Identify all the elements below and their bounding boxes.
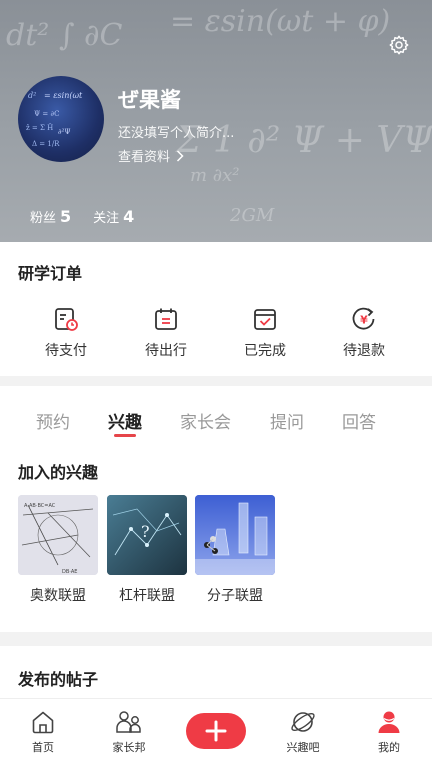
fans-count: 5	[60, 207, 72, 226]
settings-icon[interactable]	[388, 34, 410, 56]
background-formula: dt² ∫ ∂C	[6, 18, 123, 53]
posts-title: 发布的帖子	[18, 670, 99, 689]
svg-text:d²: d²	[28, 91, 36, 100]
joined-interests-title: 加入的兴趣	[18, 463, 99, 482]
refund-icon: ¥	[352, 307, 375, 330]
active-tab-indicator	[114, 434, 136, 437]
username: ぜ果酱	[118, 88, 181, 112]
fans-label: 粉丝	[30, 211, 57, 226]
svg-text:A AB·BC=AC: A AB·BC=AC	[24, 503, 56, 509]
home-icon	[32, 711, 54, 734]
interest-card-lever[interactable]: ? 杠杆联盟	[107, 495, 187, 605]
background-formula: = εsin(ωt + φ)	[170, 4, 391, 39]
svg-text:∂²Ψ: ∂²Ψ	[58, 128, 71, 136]
bio-text: 还没填写个人简介...	[118, 126, 235, 141]
nav-home[interactable]: 首页	[8, 709, 78, 755]
svg-text:Ψ = ∂C: Ψ = ∂C	[34, 110, 59, 118]
orders-title: 研学订单	[18, 264, 83, 283]
order-pending-trip[interactable]: 待出行	[121, 306, 211, 360]
profile-content: 预约 兴趣 家长会 提问 回答 加入的兴趣 A AB·BC=AC DB·AE 奥…	[0, 386, 432, 632]
orders-card: 研学订单 待支付 待出行 已完成 ¥ 待退款	[0, 242, 432, 376]
nav-label: 我的	[378, 741, 400, 754]
tab-interest[interactable]: 兴趣	[108, 408, 142, 433]
plus-icon	[205, 720, 227, 742]
follow-label: 关注	[93, 211, 120, 226]
posts-section: 发布的帖子	[0, 646, 432, 706]
profile-tabs: 预约 兴趣 家长会 提问 回答	[0, 408, 432, 438]
profile-header: dt² ∫ ∂C = εsin(ωt + φ) Σ 1 ∂² Ψ + VΨ m …	[0, 0, 432, 242]
svg-text:Δ = 1/R: Δ = 1/R	[32, 140, 60, 148]
nav-label: 家长邦	[112, 741, 146, 754]
nav-interest-bar[interactable]: 兴趣吧	[268, 709, 338, 755]
order-completed[interactable]: 已完成	[220, 306, 310, 360]
order-item-label: 待退款	[343, 343, 385, 359]
add-post-button[interactable]	[186, 713, 246, 749]
planet-icon	[291, 712, 315, 732]
wallet-clock-icon	[55, 308, 78, 331]
tab-parents-meeting[interactable]: 家长会	[180, 408, 231, 433]
tab-appointment[interactable]: 预约	[36, 408, 70, 433]
svg-text:= εsin(ωt: = εsin(ωt	[44, 91, 83, 100]
order-item-label: 待出行	[145, 343, 187, 359]
order-item-label: 已完成	[244, 343, 286, 359]
calendar-icon	[155, 308, 177, 330]
order-item-label: 待支付	[45, 343, 87, 359]
parents-icon	[116, 711, 141, 733]
order-pending-payment[interactable]: 待支付	[21, 306, 111, 360]
bottom-nav: 首页 家长邦 兴趣吧 我的	[0, 698, 432, 768]
background-formula: 2GM	[230, 205, 275, 226]
tab-questions[interactable]: 提问	[270, 408, 304, 433]
background-formula: m ∂x²	[190, 165, 240, 186]
follow-count: 4	[123, 207, 135, 226]
interest-thumbnail: A AB·BC=AC DB·AE	[18, 495, 98, 575]
view-profile-link[interactable]: 查看资料	[118, 146, 184, 165]
interest-label: 奥数联盟	[30, 588, 86, 604]
svg-text:ẑ = Σ Ĥ: ẑ = Σ Ĥ	[26, 123, 53, 132]
view-profile-label: 查看资料	[118, 150, 171, 165]
interest-card-molecule[interactable]: 分子联盟	[195, 495, 275, 605]
svg-text:DB·AE: DB·AE	[62, 569, 77, 575]
tab-answers[interactable]: 回答	[342, 408, 376, 433]
svg-text:¥: ¥	[360, 314, 368, 327]
svg-text:?: ?	[141, 522, 150, 541]
user-icon	[378, 711, 400, 733]
chevron-right-icon	[176, 149, 184, 162]
order-pending-refund[interactable]: ¥ 待退款	[319, 306, 409, 360]
nav-label: 兴趣吧	[286, 741, 320, 754]
interest-card-math[interactable]: A AB·BC=AC DB·AE 奥数联盟	[18, 495, 98, 605]
nav-label: 首页	[32, 741, 54, 754]
interest-label: 分子联盟	[207, 588, 263, 604]
interest-label: 杠杆联盟	[119, 588, 175, 604]
nav-parents[interactable]: 家长邦	[94, 709, 164, 755]
calendar-check-icon	[254, 309, 276, 330]
nav-mine[interactable]: 我的	[354, 709, 424, 755]
follow-stat[interactable]: 关注 4	[93, 207, 134, 226]
fans-stat[interactable]: 粉丝 5	[30, 207, 71, 226]
interest-thumbnail: ?	[107, 495, 187, 575]
avatar[interactable]: d² = εsin(ωt Ψ = ∂C ẑ = Σ Ĥ ∂²Ψ Δ = 1/R	[18, 76, 104, 162]
profile-stats: 粉丝 5 关注 4	[30, 207, 134, 226]
interest-thumbnail	[195, 495, 275, 575]
